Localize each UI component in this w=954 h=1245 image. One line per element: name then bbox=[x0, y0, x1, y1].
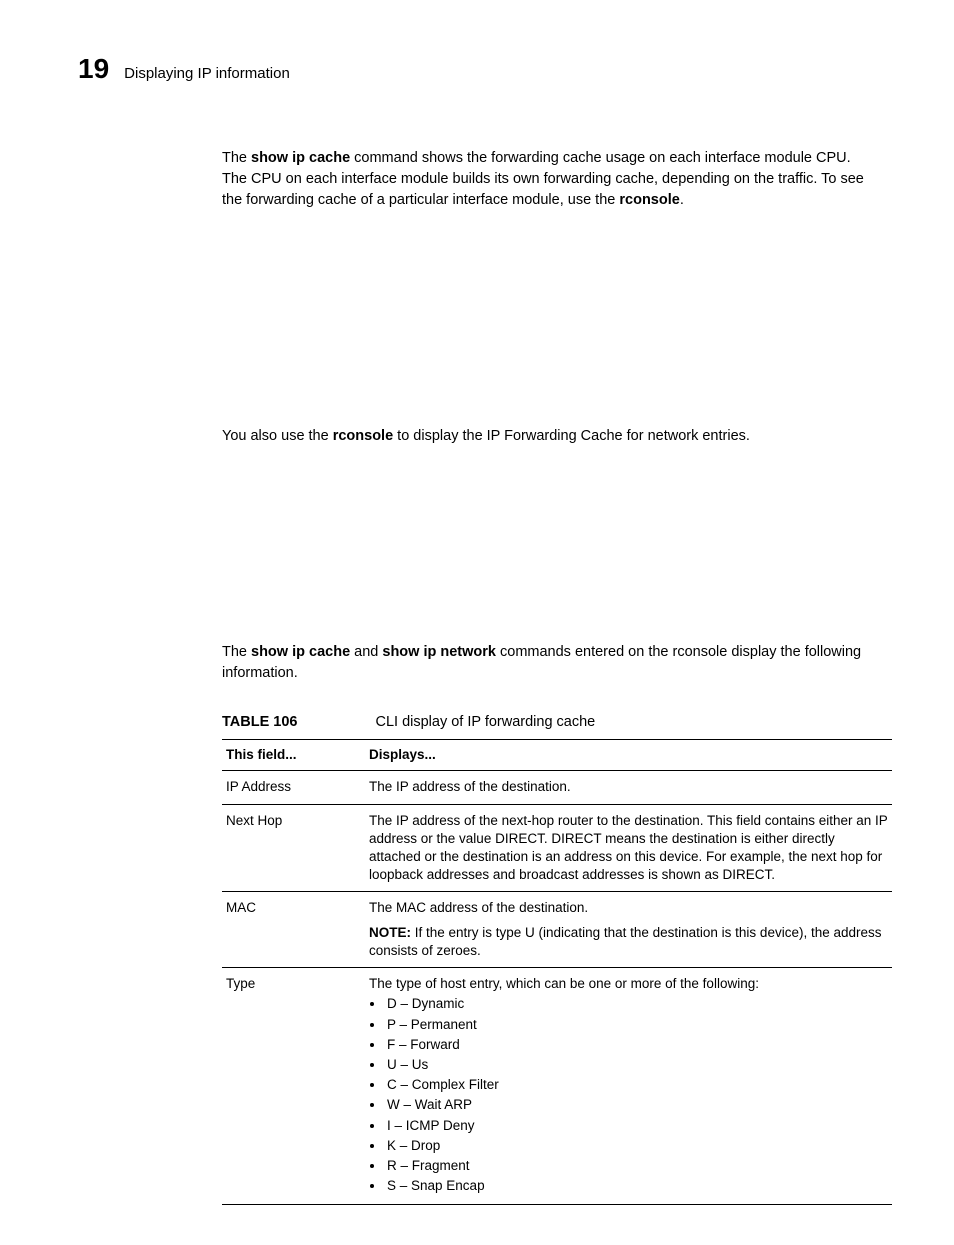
document-page: 19 Displaying IP information The show ip… bbox=[0, 0, 954, 1245]
cell-displays: The type of host entry, which can be one… bbox=[365, 968, 892, 1205]
note: NOTE: If the entry is type U (indicating… bbox=[369, 924, 888, 960]
cell-displays: The IP address of the destination. bbox=[365, 771, 892, 804]
chapter-number: 19 bbox=[78, 55, 109, 83]
command-name: show ip cache bbox=[251, 644, 350, 660]
list-item: S – Snap Encap bbox=[385, 1177, 888, 1195]
table-row: Next Hop The IP address of the next-hop … bbox=[222, 804, 892, 892]
command-name: rconsole bbox=[333, 428, 393, 444]
paragraph-2: You also use the rconsole to display the… bbox=[222, 426, 876, 447]
paragraph-1: The show ip cache command shows the forw… bbox=[222, 148, 876, 211]
list-item: R – Fragment bbox=[385, 1157, 888, 1175]
list-item: K – Drop bbox=[385, 1137, 888, 1155]
table-row: IP Address The IP address of the destina… bbox=[222, 771, 892, 804]
table-caption: TABLE 106 CLI display of IP forwarding c… bbox=[222, 712, 876, 733]
section-title: Displaying IP information bbox=[124, 65, 290, 82]
note-label: NOTE: bbox=[369, 925, 415, 940]
command-name: show ip network bbox=[382, 644, 496, 660]
list-item: P – Permanent bbox=[385, 1016, 888, 1034]
ip-forwarding-cache-table: This field... Displays... IP Address The… bbox=[222, 739, 892, 1205]
cell-displays: The IP address of the next-hop router to… bbox=[365, 804, 892, 892]
cell-field: IP Address bbox=[222, 771, 365, 804]
col-head-field: This field... bbox=[222, 740, 365, 771]
note-text: If the entry is type U (indicating that … bbox=[369, 925, 882, 958]
list-item: I – ICMP Deny bbox=[385, 1117, 888, 1135]
table-label: TABLE 106 bbox=[222, 712, 297, 733]
text: and bbox=[350, 644, 382, 660]
text: to display the IP Forwarding Cache for n… bbox=[393, 428, 750, 444]
list-item: W – Wait ARP bbox=[385, 1096, 888, 1114]
text: You also use the bbox=[222, 428, 333, 444]
text: The type of host entry, which can be one… bbox=[369, 975, 888, 993]
cell-displays: The MAC address of the destination. NOTE… bbox=[365, 892, 892, 968]
list-item: F – Forward bbox=[385, 1036, 888, 1054]
col-head-displays: Displays... bbox=[365, 740, 892, 771]
list-item: U – Us bbox=[385, 1056, 888, 1074]
text: . bbox=[680, 192, 684, 208]
cell-field: Next Hop bbox=[222, 804, 365, 892]
page-header: 19 Displaying IP information bbox=[78, 55, 876, 83]
command-name: show ip cache bbox=[251, 150, 350, 166]
cell-field: Type bbox=[222, 968, 365, 1205]
paragraph-3: The show ip cache and show ip network co… bbox=[222, 642, 876, 1205]
table-row: MAC The MAC address of the destination. … bbox=[222, 892, 892, 968]
text: The MAC address of the destination. bbox=[369, 900, 588, 915]
table-header-row: This field... Displays... bbox=[222, 740, 892, 771]
table-caption-text: CLI display of IP forwarding cache bbox=[375, 712, 595, 733]
list-item: C – Complex Filter bbox=[385, 1076, 888, 1094]
command-name: rconsole bbox=[619, 192, 679, 208]
type-list: D – Dynamic P – Permanent F – Forward U … bbox=[385, 995, 888, 1195]
cell-field: MAC bbox=[222, 892, 365, 968]
table-row: Type The type of host entry, which can b… bbox=[222, 968, 892, 1205]
list-item: D – Dynamic bbox=[385, 995, 888, 1013]
text: The bbox=[222, 644, 251, 660]
text: The bbox=[222, 150, 251, 166]
